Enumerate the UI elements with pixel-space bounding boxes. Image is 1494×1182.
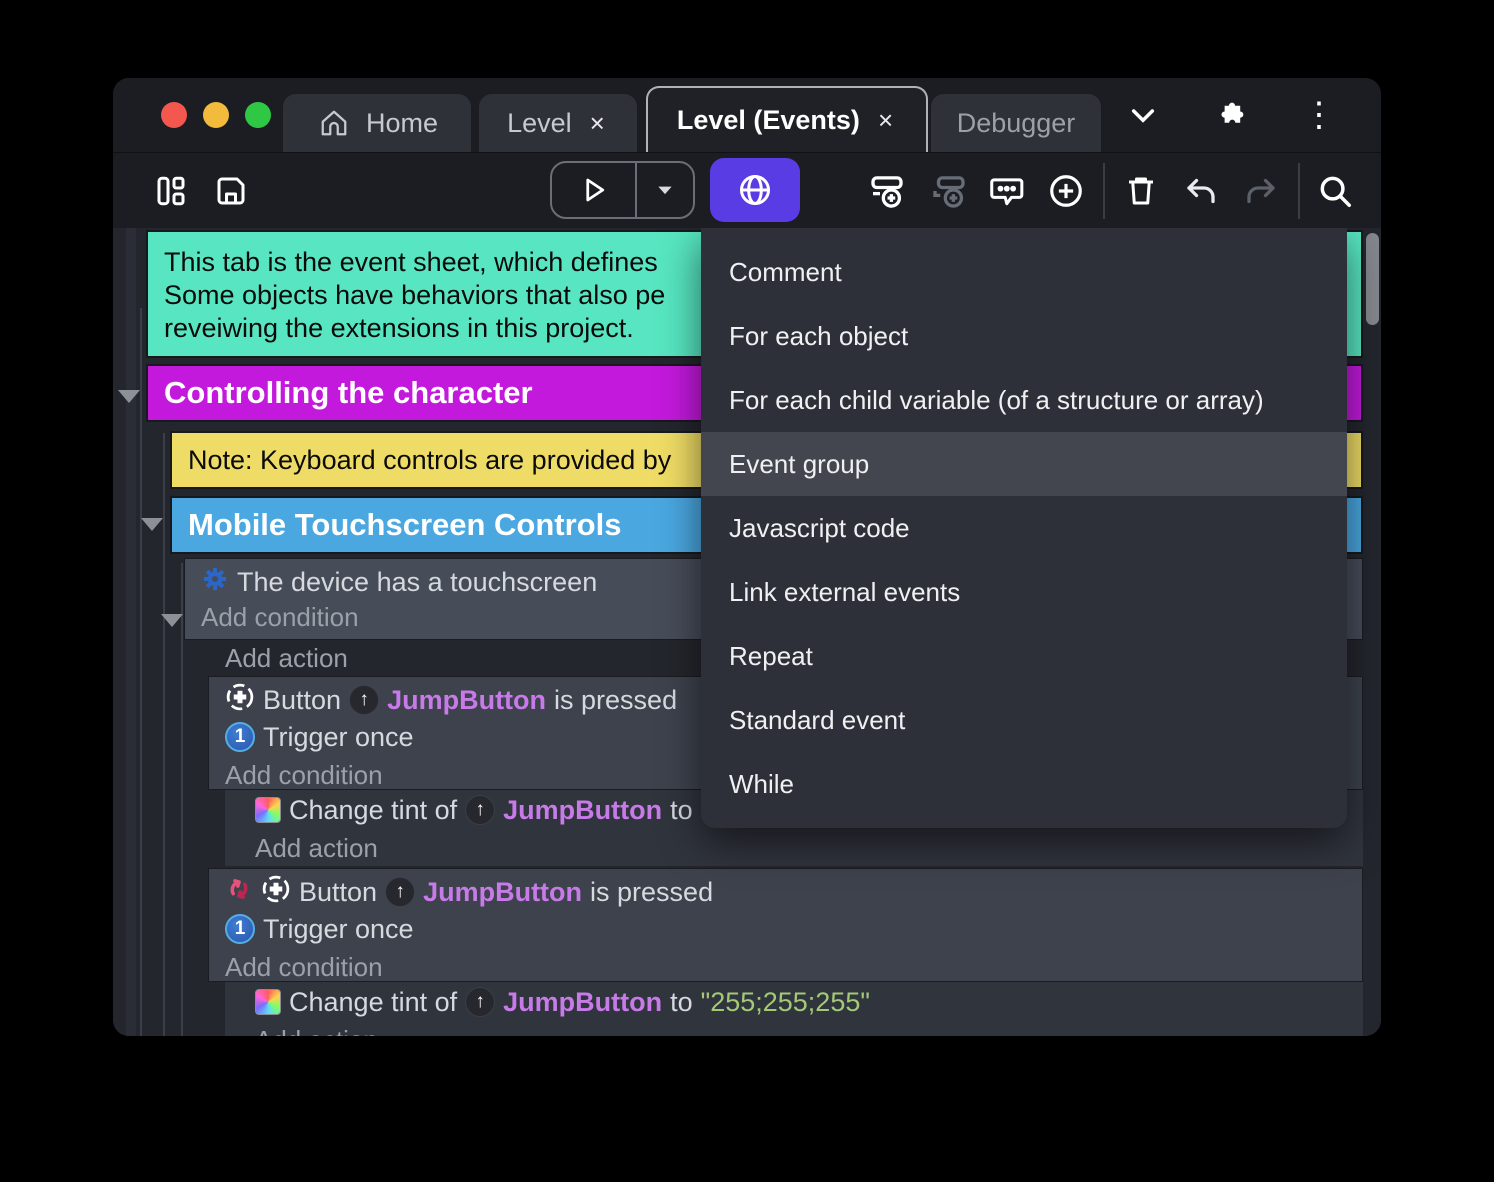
event-button-pressed-2[interactable]: Button ↑ JumpButton is pressed 1 Trigger… [208,868,1363,982]
menu-item-comment[interactable]: Comment [701,240,1347,304]
preview-button-group [550,161,695,219]
redo-icon[interactable] [1239,169,1283,213]
tab-level-events-label: Level (Events) [676,104,860,135]
condition-text: The device has a touchscreen [237,566,598,597]
event-sheet: This tab is the event sheet, which defin… [113,228,1381,1036]
network-preview-button[interactable] [710,158,800,222]
play-options-button[interactable] [637,163,693,217]
button-object-icon [225,682,255,719]
window-controls [161,102,271,128]
menu-item-repeat[interactable]: Repeat [701,624,1347,688]
tabbar-right-icons: ⋮ [1125,78,1381,152]
object-name: JumpButton [503,986,663,1017]
add-action-row[interactable]: Add action [225,1022,1363,1036]
action-text: to [670,794,693,825]
event-group-label: Controlling the character [164,375,533,410]
tab-debugger[interactable]: Debugger [931,94,1101,152]
condition-text: Trigger once [263,721,414,752]
tab-level-events[interactable]: Level (Events) × [646,86,928,152]
tab-level[interactable]: Level × [479,94,637,152]
condition-text: is pressed [590,876,714,907]
condition-text: is pressed [554,684,678,715]
menu-item-for-each-child-variable[interactable]: For each child variable (of a structure … [701,368,1347,432]
menu-item-link-external-events[interactable]: Link external events [701,560,1347,624]
minimize-window-button[interactable] [203,102,229,128]
tab-level-label: Level [507,107,572,138]
object-name: JumpButton [387,684,547,715]
save-icon[interactable] [209,169,253,213]
gear-icon [201,565,229,600]
tab-level-close-icon[interactable]: × [586,108,609,139]
tab-home[interactable]: Home [283,94,471,152]
extensions-puzzle-icon[interactable] [1213,97,1249,133]
toolbar-divider [1298,163,1300,219]
collapse-caret[interactable] [141,518,163,531]
undo-icon[interactable] [1179,169,1223,213]
button-object-icon [261,874,291,911]
condition-text: Button [299,876,378,907]
comment-line: Note: Keyboard controls are provided by [188,444,672,475]
play-button[interactable] [552,163,637,217]
menu-item-for-each-object[interactable]: For each object [701,304,1347,368]
invert-arrows-icon [225,875,253,910]
add-comment-icon[interactable] [984,169,1028,213]
globe-icon [740,175,770,205]
menu-item-javascript-code[interactable]: Javascript code [701,496,1347,560]
add-action-row[interactable]: Add action [225,830,1363,866]
vertical-scrollbar-thumb[interactable] [1366,233,1379,325]
object-name: JumpButton [423,876,583,907]
trigger-once-icon: 1 [225,722,255,752]
action-change-tint-2[interactable]: Change tint of ↑ JumpButton to "255;255;… [225,982,1363,1022]
tab-bar: Home Level × Level (Events) × Debugger ⋮ [113,78,1381,152]
add-action-link[interactable]: Add action [225,830,1363,866]
object-name: JumpButton [503,794,663,825]
chevron-down-icon[interactable] [1125,97,1161,133]
add-subevent-icon[interactable] [927,169,971,213]
action-text: Change tint of [289,986,458,1017]
indent-guide [163,433,165,1036]
event-group-label: Mobile Touchscreen Controls [188,507,622,542]
jump-arrow-icon: ↑ [385,877,416,907]
toolbar [113,152,1381,228]
more-options-icon[interactable]: ⋮ [1301,97,1337,133]
project-manager-icon[interactable] [149,169,193,213]
event-sheet-gutter [126,228,136,1036]
delete-icon[interactable] [1119,169,1163,213]
string-value: "255;255;255" [700,986,870,1017]
zoom-window-button[interactable] [245,102,271,128]
add-event-context-menu: Comment For each object For each child v… [701,228,1347,828]
condition-text: Button [263,684,342,715]
collapse-caret[interactable] [161,614,183,627]
tab-debugger-label: Debugger [956,107,1076,138]
toolbar-divider [1103,163,1105,219]
close-window-button[interactable] [161,102,187,128]
tint-icon [255,797,281,823]
add-other-event-icon[interactable] [1044,169,1088,213]
search-icon[interactable] [1313,169,1357,213]
home-icon [316,105,352,141]
action-text: Change tint of [289,794,458,825]
menu-item-event-group[interactable]: Event group [701,432,1347,496]
jump-arrow-icon: ↑ [349,685,380,715]
trigger-once-icon: 1 [225,914,255,944]
collapse-caret[interactable] [118,390,140,403]
menu-item-standard-event[interactable]: Standard event [701,688,1347,752]
tint-icon [255,989,281,1015]
jump-arrow-icon: ↑ [465,795,496,825]
menu-item-while[interactable]: While [701,752,1347,816]
add-condition-link[interactable]: Add condition [209,949,1362,982]
tab-level-events-close-icon[interactable]: × [874,105,897,136]
tab-home-label: Home [365,107,439,138]
jump-arrow-icon: ↑ [465,987,496,1017]
indent-guide [140,308,142,1036]
indent-guide [181,563,183,1036]
app-window: Home Level × Level (Events) × Debugger ⋮ [113,78,1381,1036]
add-event-icon[interactable] [865,169,909,213]
add-action-link[interactable]: Add action [225,1022,1363,1037]
condition-text: Trigger once [263,913,414,944]
action-text: to [670,986,693,1017]
